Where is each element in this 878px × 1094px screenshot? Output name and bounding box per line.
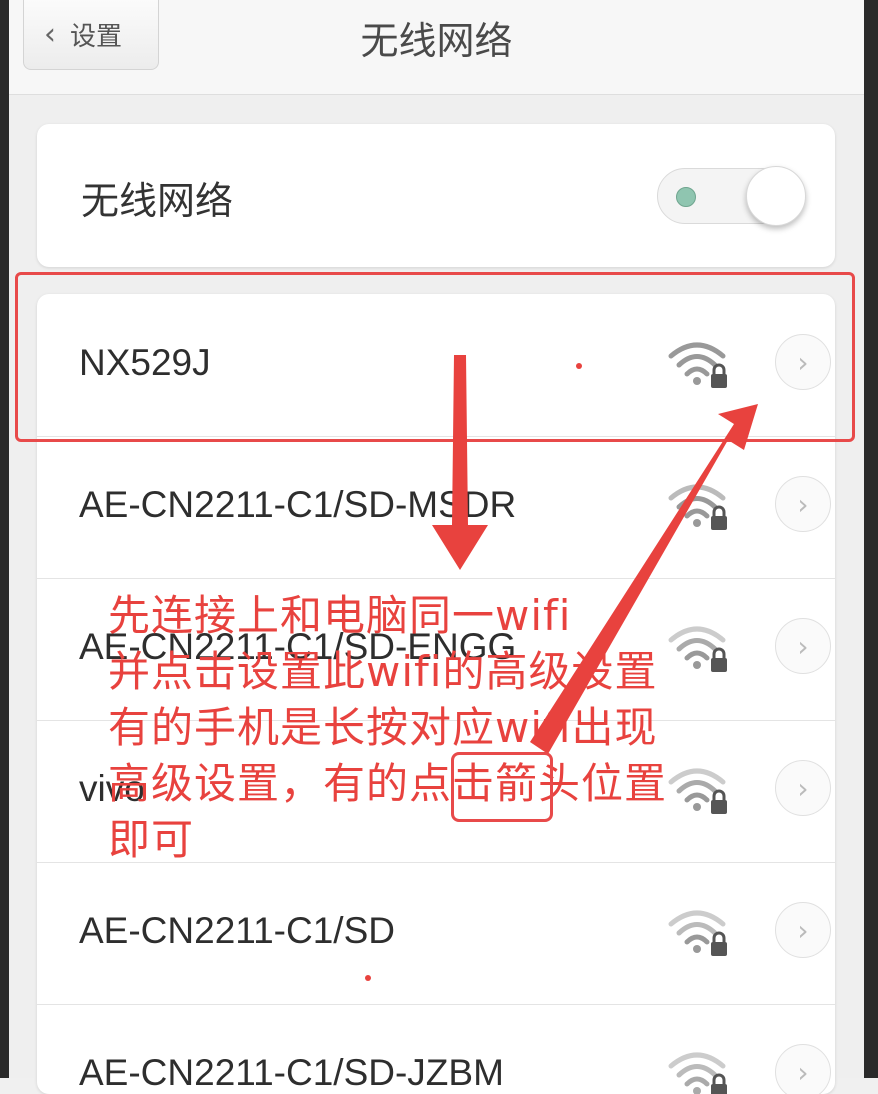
network-ssid: AE-CN2211-C1/SD-JZBM bbox=[79, 1052, 504, 1093]
network-ssid: AE-CN2211-C1/SD-MSDR bbox=[79, 484, 517, 525]
switch-knob bbox=[746, 166, 806, 226]
annotation-line: 先连接上和电脑同一wifi bbox=[108, 591, 572, 640]
annotation-line: 并点击设置此wifi的高级设置 bbox=[108, 647, 658, 696]
annotation-line: 即可 bbox=[108, 815, 195, 864]
annotation-dot bbox=[365, 975, 371, 981]
wifi-lock-icon bbox=[668, 484, 727, 530]
highlight-box-nx529j bbox=[15, 272, 855, 442]
network-detail-button[interactable]: › bbox=[775, 1044, 831, 1094]
network-detail-button[interactable]: › bbox=[775, 476, 831, 532]
annotation-instructions: 先连接上和电脑同一wifi 并点击设置此wifi的高级设置 有的手机是长按对应w… bbox=[108, 588, 748, 868]
annotation-line: 有的手机是长按对应wifi出现 bbox=[108, 703, 658, 752]
right-edge bbox=[864, 0, 878, 1078]
annotation-line: 高级设置，有的点击箭头位置 bbox=[108, 759, 668, 808]
network-detail-button[interactable]: › bbox=[775, 618, 831, 674]
switch-indicator-dot bbox=[676, 187, 696, 207]
network-row[interactable]: AE-CN2211-C1/SD-MSDR › bbox=[37, 436, 835, 579]
network-ssid: AE-CN2211-C1/SD bbox=[79, 910, 395, 951]
page-title: 无线网络 bbox=[360, 19, 513, 63]
network-row[interactable]: AE-CN2211-C1/SD-JZBM › bbox=[37, 1004, 835, 1094]
highlight-box-click bbox=[451, 752, 553, 822]
navigation-bar: ‹ 设置 无线网络 bbox=[9, 0, 864, 95]
wifi-toggle-switch[interactable] bbox=[657, 166, 806, 226]
wifi-lock-icon bbox=[668, 910, 727, 956]
annotation-dot bbox=[576, 363, 582, 369]
network-detail-button[interactable]: › bbox=[775, 760, 831, 816]
left-edge bbox=[0, 0, 9, 1078]
wifi-lock-icon bbox=[668, 1052, 727, 1094]
wifi-toggle-card: 无线网络 bbox=[37, 124, 835, 267]
network-row[interactable]: AE-CN2211-C1/SD › bbox=[37, 862, 835, 1005]
wifi-toggle-label: 无线网络 bbox=[81, 179, 234, 223]
network-detail-button[interactable]: › bbox=[775, 902, 831, 958]
